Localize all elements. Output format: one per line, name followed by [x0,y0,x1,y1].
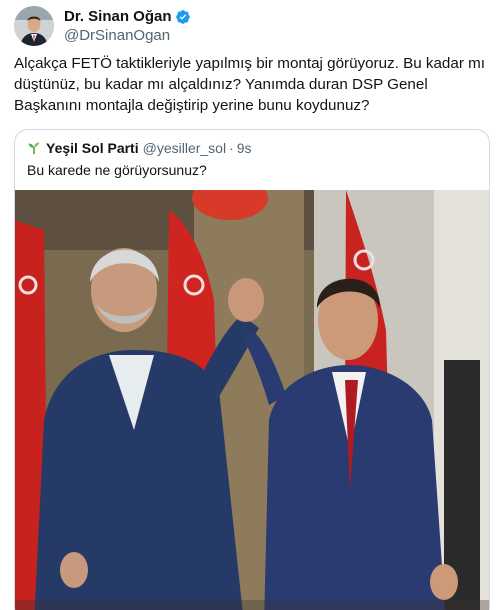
sprout-logo-icon [27,141,41,155]
quoted-tweet[interactable]: Yeşil Sol Parti @yesiller_sol · 9s Bu ka… [14,129,490,610]
quoted-timestamp[interactable]: 9s [237,139,252,157]
quoted-tweet-text: Bu karede ne görüyorsunuz? [27,162,207,178]
tweet-header: Dr. Sinan Oğan @DrSinanOgan [14,4,191,48]
author-avatar[interactable] [14,6,54,46]
quoted-display-name[interactable]: Yeşil Sol Parti [46,139,139,157]
meta-separator: · [229,140,234,156]
author-display-name[interactable]: Dr. Sinan Oğan [64,7,172,26]
verified-badge-icon [175,9,191,25]
author-handle[interactable]: @DrSinanOgan [64,26,191,45]
tweet-text: Alçakça FETÖ taktikleriyle yapılmış bir … [14,55,485,114]
quoted-handle[interactable]: @yesiller_sol [143,139,226,157]
quoted-tweet-header: Yeşil Sol Parti @yesiller_sol · 9s [27,139,252,157]
quoted-tweet-photo[interactable] [15,190,489,610]
